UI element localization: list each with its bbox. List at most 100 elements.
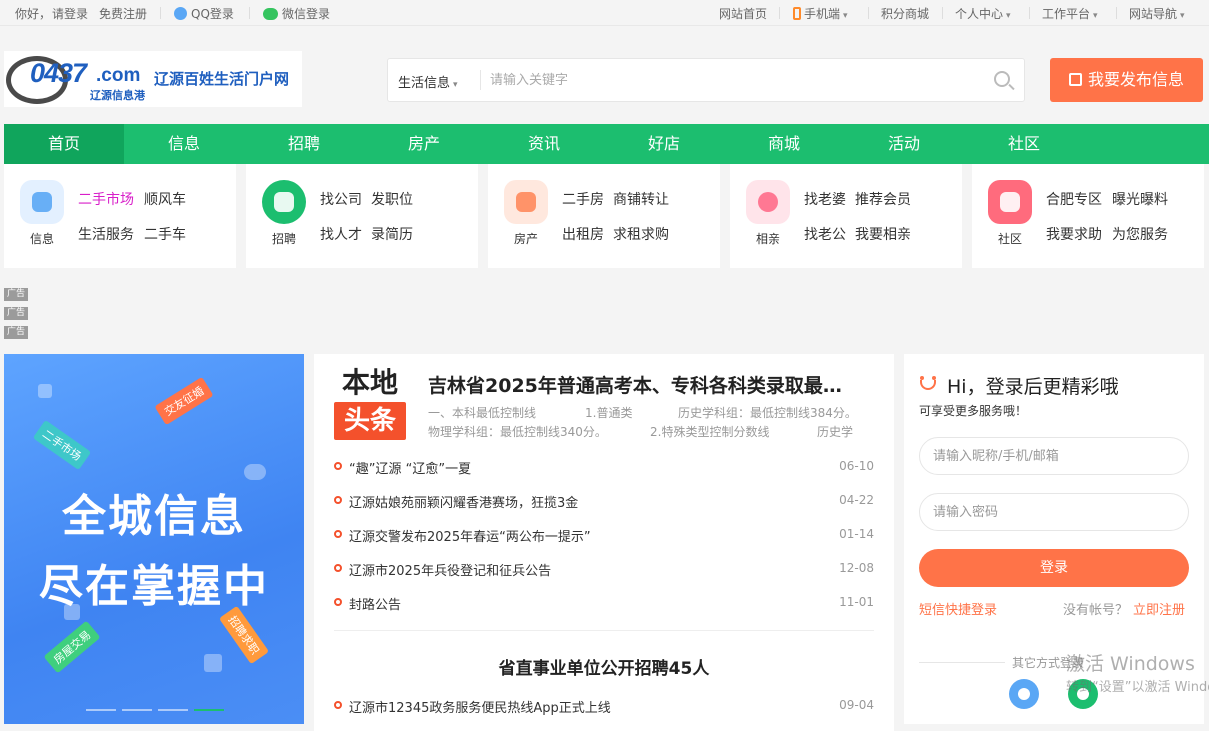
qq-login-link[interactable]: QQ登录 [174,5,234,22]
category-label[interactable]: 招聘 [256,230,312,247]
category-link[interactable]: 录简历 [371,224,413,244]
category-link[interactable]: 找老婆 [804,189,846,209]
category-link[interactable]: 发职位 [371,189,413,209]
category-label[interactable]: 社区 [982,230,1038,247]
category-label[interactable]: 信息 [14,230,70,247]
wechat-login-label: 微信登录 [282,7,331,21]
carousel-dot[interactable] [86,709,116,711]
category-link[interactable]: 求租求购 [613,224,669,244]
category-link[interactable]: 二手车 [144,224,186,244]
site-logo[interactable]: 0437 .com 辽源百姓生活门户网 辽源信息港 [4,51,302,107]
category-link[interactable]: 合肥专区 [1046,189,1102,209]
bullet-icon [334,564,342,572]
carousel-dot-active[interactable] [194,709,224,711]
nav-item-news[interactable]: 资讯 [484,124,604,164]
banner-tag: 招聘求职 [218,605,270,665]
category-link[interactable]: 二手房 [562,189,604,209]
category-label[interactable]: 相亲 [740,230,796,247]
nav-item-community[interactable]: 社区 [964,124,1084,164]
sms-login-link[interactable]: 短信快捷登录 [919,599,997,618]
divider [480,70,481,90]
bullet-icon [334,530,342,538]
news-row[interactable]: 辽源姑娘苑丽颖闪耀香港赛场，狂揽3金 04-22 [334,491,874,511]
summary-part: 2.特殊类型控制分数线 [650,425,770,439]
category-link[interactable]: 曝光曝料 [1112,189,1168,209]
chevron-down-icon: ▾ [1093,11,1098,21]
login-link[interactable]: 请登录 [52,5,88,22]
search-category-select[interactable]: 生活信息 ▾ [398,72,458,91]
category-label[interactable]: 房产 [498,230,554,247]
news-title: “趣”辽源 “辽愈”一夏 [349,462,472,477]
ad-label[interactable]: 广告 [4,307,28,320]
summary-part: 物理学科组：最低控制线340分。 [428,425,607,439]
promo-banner[interactable]: 交友征婚 二手市场 房屋交易 招聘求职 全城信息 尽在掌握中 [4,354,304,724]
news-row[interactable]: 辽源市2025年兵役登记和征兵公告 12-08 [334,559,874,579]
register-now-link[interactable]: 立即注册 [1133,599,1185,618]
ad-label[interactable]: 广告 [4,326,28,339]
category-link[interactable]: 找公司 [320,189,362,209]
community-icon[interactable] [988,180,1032,224]
category-link[interactable]: 生活服务 [78,224,134,244]
news-row[interactable]: “趣”辽源 “辽愈”一夏 06-10 [334,457,874,477]
workbench-menu[interactable]: 工作平台 ▾ [1042,5,1098,22]
news-row[interactable]: 辽源市12345政务服务便民热线App正式上线 09-04 [334,696,874,716]
category-link[interactable]: 找老公 [804,224,846,244]
category-link[interactable]: 我要相亲 [855,224,911,244]
nav-item-realestate[interactable]: 房产 [364,124,484,164]
search-icon[interactable] [994,71,1010,87]
greeting-text: 你好， [15,7,52,21]
site-nav-label: 网站导航 [1129,7,1178,21]
publish-info-label: 我要发布信息 [1087,70,1184,89]
info-icon[interactable] [20,180,64,224]
category-link[interactable]: 商铺转让 [613,189,669,209]
nav-item-home[interactable]: 首页 [4,124,124,164]
news-row[interactable]: 辽源交警发布2025年春运“两公布一提示” 01-14 [334,525,874,545]
no-account-text: 没有帐号？ [1063,603,1129,618]
register-link[interactable]: 免费注册 [99,5,147,22]
category-link[interactable]: 为您服务 [1112,224,1168,244]
site-nav-menu[interactable]: 网站导航 ▾ [1129,5,1185,22]
category-link[interactable]: 我要求助 [1046,224,1102,244]
carousel-dot[interactable] [122,709,152,711]
nav-item-mall[interactable]: 商城 [724,124,844,164]
news-date: 09-04 [839,698,874,712]
nav-item-jobs[interactable]: 招聘 [244,124,364,164]
points-mall-link[interactable]: 积分商城 [881,5,929,22]
wechat-login-link[interactable]: 微信登录 [263,5,330,22]
personal-center-menu[interactable]: 个人中心 ▾ [955,5,1011,22]
category-link[interactable]: 推荐会员 [855,189,911,209]
workbench-label: 工作平台 [1042,7,1091,21]
search-input[interactable] [490,68,970,92]
category-link[interactable]: 找人才 [320,224,362,244]
category-link[interactable]: 出租房 [562,224,604,244]
top-bar: 你好， 请登录 免费注册 QQ登录 微信登录 网站首页 手机端 ▾ 积分商城 个人… [0,0,1209,26]
qq-icon[interactable] [1009,679,1039,709]
mobile-menu[interactable]: 手机端 ▾ [793,5,848,22]
ad-label[interactable]: 广告 [4,288,28,301]
category-card-realestate: 房产 二手房 商铺转让 出租房 求租求购 [488,164,720,268]
briefcase-icon[interactable] [262,180,306,224]
category-card-dating: 相亲 找老婆 推荐会员 找老公 我要相亲 [730,164,962,268]
building-icon[interactable] [504,180,548,224]
nav-item-events[interactable]: 活动 [844,124,964,164]
news-title: 辽源市12345政务服务便民热线App正式上线 [349,701,611,716]
login-button[interactable]: 登录 [919,549,1189,587]
heart-icon[interactable] [746,180,790,224]
secondary-headline[interactable]: 省直事业单位公开招聘45人 [314,654,894,679]
site-home-link[interactable]: 网站首页 [719,5,767,22]
carousel-dot[interactable] [158,709,188,711]
mobile-label: 手机端 [804,7,841,21]
username-input[interactable] [919,437,1189,475]
publish-info-button[interactable]: 我要发布信息 [1050,58,1203,102]
password-input[interactable] [919,493,1189,531]
nav-item-info[interactable]: 信息 [124,124,244,164]
news-date: 11-01 [839,595,874,609]
smile-icon [918,374,938,394]
news-headline[interactable]: 吉林省2025年普通高考本、专科各科类录取最低控制线 [428,371,858,398]
category-link[interactable]: 顺风车 [144,189,186,209]
summary-part: 历史学 [817,425,854,439]
news-row[interactable]: 封路公告 11-01 [334,593,874,613]
category-link[interactable]: 二手市场 [78,189,134,209]
nav-item-shops[interactable]: 好店 [604,124,724,164]
summary-part: 1.普通类 [585,406,633,420]
